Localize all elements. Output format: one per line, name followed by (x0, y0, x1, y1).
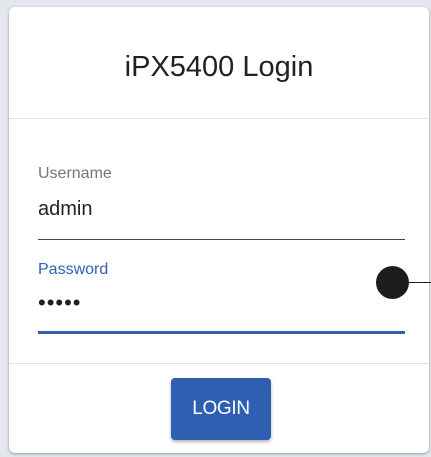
username-label: Username (38, 165, 112, 182)
login-card: iPX5400 Login Username admin Password ••… (9, 7, 429, 453)
password-underline (38, 331, 405, 334)
password-input[interactable]: ••••• (38, 290, 378, 316)
login-button[interactable]: LOGIN (171, 378, 271, 440)
username-underline (38, 239, 405, 240)
cursor-marker-line (409, 282, 431, 283)
username-input[interactable]: admin (38, 198, 378, 221)
page-title: iPX5400 Login (124, 51, 314, 83)
password-label: Password (38, 261, 109, 278)
actions-divider (9, 363, 429, 364)
cursor-dot-marker (376, 266, 409, 299)
title-divider (9, 118, 429, 119)
